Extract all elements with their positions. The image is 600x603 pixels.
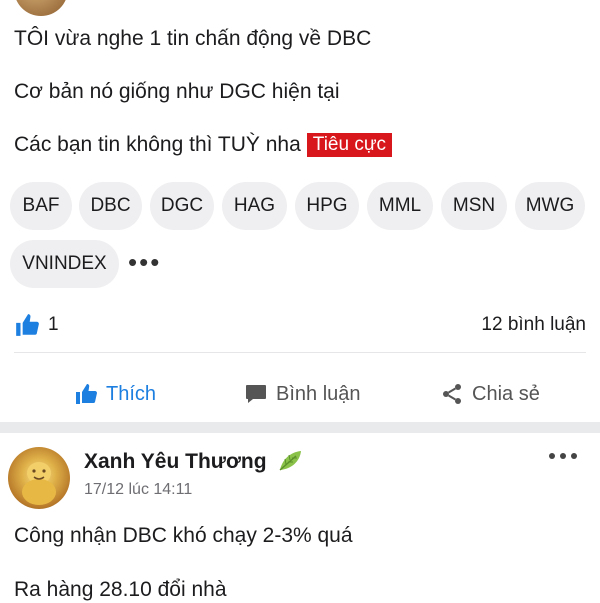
more-options-icon[interactable]	[548, 448, 578, 466]
stock-tag-baf[interactable]: BAF	[10, 182, 72, 230]
post-separator	[0, 422, 600, 433]
more-tags-icon[interactable]: •••	[128, 249, 161, 275]
comment-count[interactable]: 12 bình luận	[481, 314, 586, 336]
author-avatar[interactable]	[8, 447, 70, 509]
stock-tag-hpg[interactable]: HPG	[295, 182, 359, 230]
stock-tag-hag[interactable]: HAG	[222, 182, 287, 230]
share-button-label: Chia sẻ	[472, 382, 540, 405]
stock-tag-mml[interactable]: MML	[367, 182, 433, 230]
stock-tag-dgc[interactable]: DGC	[150, 182, 214, 230]
stock-tag-mwg[interactable]: MWG	[515, 182, 585, 230]
stock-tag-msn[interactable]: MSN	[441, 182, 507, 230]
divider	[14, 352, 586, 353]
author-name[interactable]: Xanh Yêu Thương	[84, 450, 267, 474]
stock-tag-dbc[interactable]: DBC	[79, 182, 142, 230]
share-button[interactable]: Chia sẻ	[440, 382, 540, 406]
post-timestamp: 17/12 lúc 14:11	[84, 481, 193, 498]
sentiment-badge: Tiêu cực	[306, 133, 393, 157]
thumbs-up-icon	[74, 382, 98, 406]
leaf-icon	[276, 448, 304, 479]
like-count[interactable]: 1	[48, 314, 59, 336]
post-text-line-1: TÔI vừa nghe 1 tin chấn động về DBC	[14, 27, 372, 50]
reaction-stats: 1 12 bình luận	[14, 310, 586, 340]
comment-button-label: Bình luận	[276, 382, 361, 405]
like-button[interactable]: Thích	[74, 382, 156, 406]
thumbs-up-icon	[14, 312, 40, 343]
post-text-line-3: Các bạn tin không thì TUỲ nha Tiêu cực	[14, 132, 393, 158]
post2-text-line-2: Ra hàng 28.10 đổi nhà	[14, 578, 227, 601]
comment-bubble-icon	[244, 382, 268, 406]
share-icon	[440, 382, 464, 406]
stock-tag-vnindex[interactable]: VNINDEX	[10, 240, 119, 288]
avatar[interactable]	[14, 0, 68, 16]
post2-text-line-1: Công nhận DBC khó chạy 2-3% quá	[14, 524, 353, 547]
comment-button[interactable]: Bình luận	[244, 382, 361, 406]
like-button-label: Thích	[106, 382, 157, 405]
post-text-line-3-label: Các bạn tin không thì TUỲ nha	[14, 133, 301, 156]
post-text-line-2: Cơ bản nó giống như DGC hiện tại	[14, 80, 340, 103]
post-actions: Thích Bình luận Chia sẻ	[0, 370, 600, 420]
